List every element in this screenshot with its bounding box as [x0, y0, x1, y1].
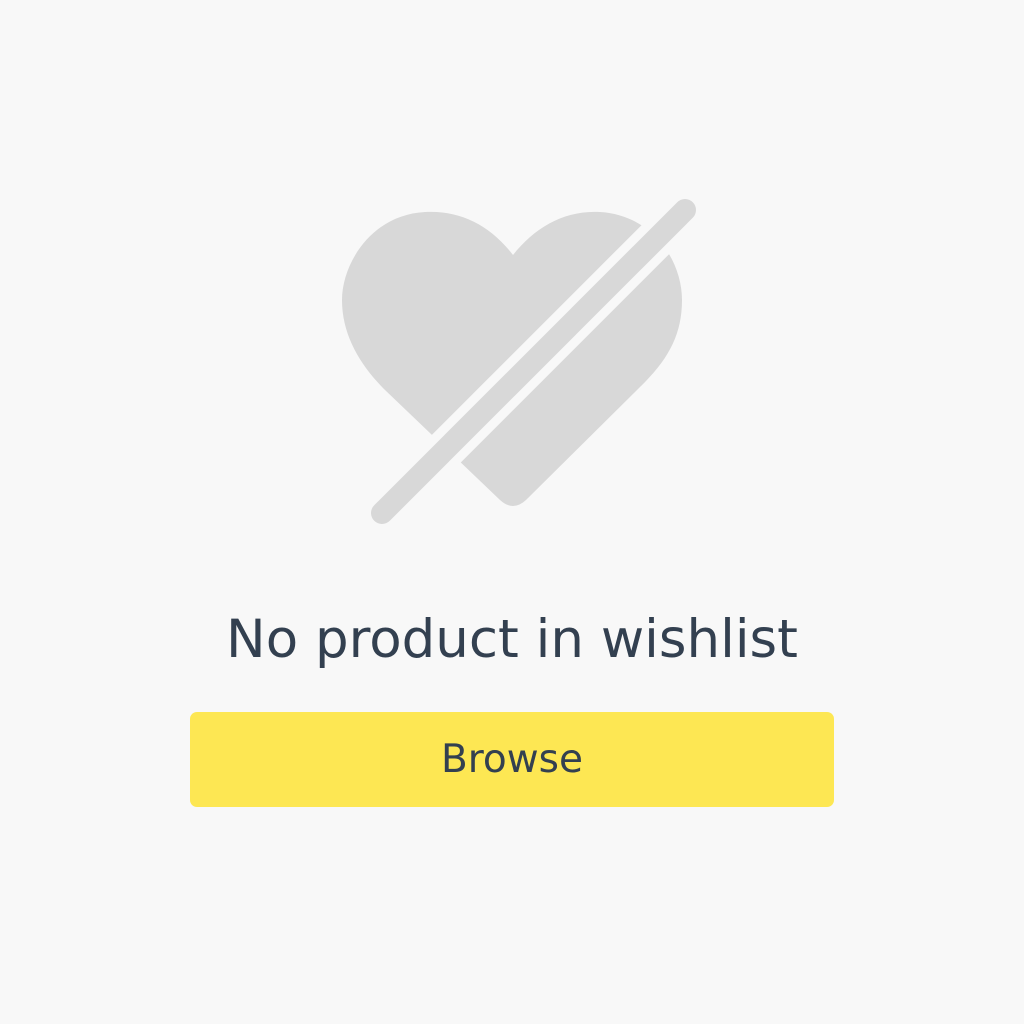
browse-button[interactable]: Browse: [190, 712, 834, 807]
empty-state-title: No product in wishlist: [226, 609, 798, 670]
wishlist-empty-state: No product in wishlist Browse: [0, 0, 1024, 1024]
heart-off-icon: [330, 195, 710, 530]
